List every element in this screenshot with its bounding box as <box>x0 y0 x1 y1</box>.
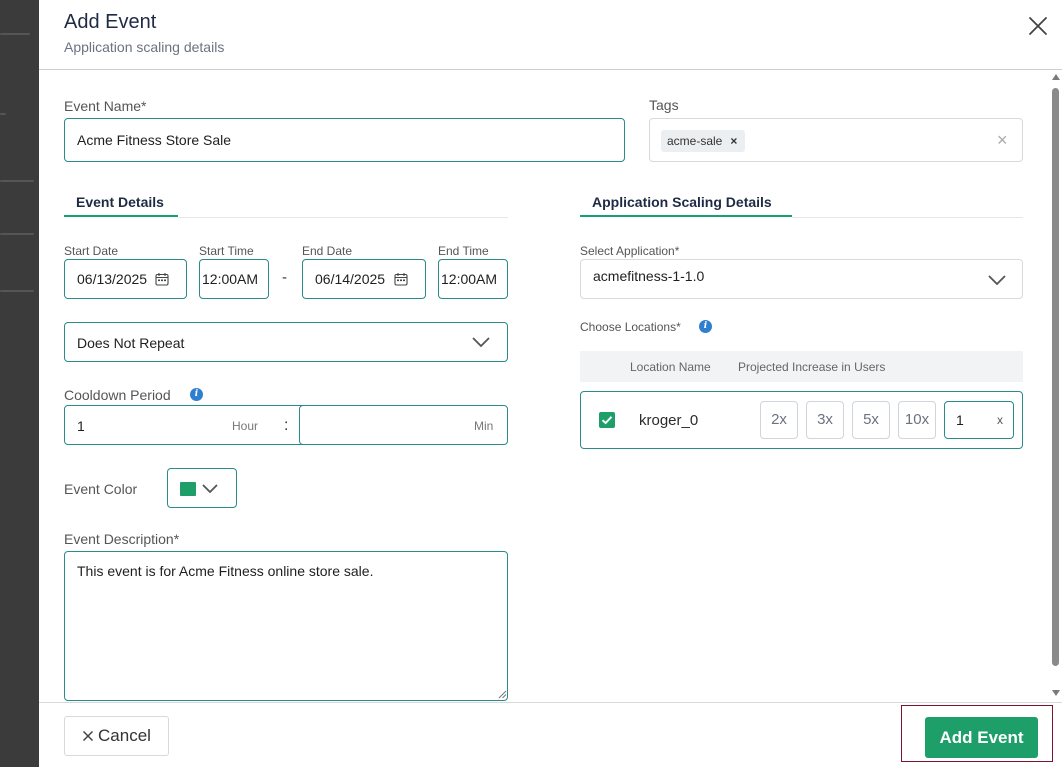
location-checkbox[interactable] <box>599 412 615 428</box>
locations-table-header: Location Name Projected Increase in User… <box>580 351 1023 382</box>
date-range-separator: - <box>282 269 287 286</box>
multiplier-3x-button[interactable]: 3x <box>806 401 844 439</box>
calendar-icon[interactable] <box>155 272 169 286</box>
event-color-label: Event Color <box>64 481 138 497</box>
start-time-input[interactable]: 12:00AM <box>199 259 269 299</box>
cooldown-min-input[interactable]: Min <box>299 405 508 445</box>
tag-chip-label: acme-sale <box>667 134 723 148</box>
start-date-value: 06/13/2025 <box>77 271 148 287</box>
event-color-picker[interactable] <box>167 468 237 508</box>
resize-handle-icon[interactable] <box>498 690 507 699</box>
cooldown-min-unit: Min <box>474 419 494 433</box>
custom-multiplier-clear[interactable]: x <box>997 413 1003 427</box>
select-application-label: Select Application* <box>580 244 680 258</box>
cooldown-hour-value: 1 <box>77 418 85 434</box>
end-date-value: 06/14/2025 <box>315 271 386 287</box>
end-time-value: 12:00AM <box>441 271 498 287</box>
repeat-select[interactable]: Does Not Repeat <box>64 322 508 362</box>
event-description-field[interactable]: This event is for Acme Fitness online st… <box>64 551 508 701</box>
backdrop-text-line <box>0 33 30 35</box>
multiplier-10x-button[interactable]: 10x <box>898 401 936 439</box>
tag-chip: acme-sale × <box>661 130 746 152</box>
repeat-value: Does Not Repeat <box>77 335 185 351</box>
event-name-label: Event Name* <box>64 98 147 114</box>
tab-event-details[interactable]: Event Details <box>76 194 164 210</box>
add-event-modal: Add Event Application scaling details Ev… <box>39 0 1062 767</box>
tag-remove-button[interactable]: × <box>730 134 737 148</box>
color-swatch <box>180 482 196 496</box>
modal-subtitle: Application scaling details <box>64 39 225 55</box>
event-description-textarea[interactable]: This event is for Acme Fitness online st… <box>77 563 497 689</box>
tags-label: Tags <box>649 97 679 113</box>
calendar-icon[interactable] <box>394 272 408 286</box>
multiplier-5x-button[interactable]: 5x <box>852 401 890 439</box>
location-name: kroger_0 <box>639 412 699 429</box>
modal-title: Add Event <box>64 11 157 33</box>
start-date-input[interactable]: 06/13/2025 <box>64 259 187 299</box>
choose-locations-label: Choose Locations* <box>580 320 681 334</box>
backdrop-text-line <box>0 113 6 115</box>
end-time-input[interactable]: 12:00AM <box>438 259 508 299</box>
add-event-focus-outline: Add Event <box>901 705 1053 762</box>
tab-application-scaling[interactable]: Application Scaling Details <box>592 194 772 210</box>
end-time-label: End Time <box>438 244 489 258</box>
custom-multiplier-value: 1 <box>956 412 964 428</box>
modal-footer: Cancel Add Event <box>39 702 1062 767</box>
close-icon <box>83 730 94 742</box>
select-application-dropdown[interactable]: acmefitness-1-1.0 <box>580 259 1023 299</box>
cooldown-hour-input[interactable]: 1 Hour <box>64 405 311 445</box>
modal-scrollbar[interactable] <box>1050 72 1062 702</box>
select-application-value: acmefitness-1-1.0 <box>593 268 705 284</box>
tab-application-scaling-underline <box>580 215 792 217</box>
start-time-value: 12:00AM <box>202 271 259 287</box>
modal-header: Add Event Application scaling details <box>39 0 1062 70</box>
chevron-down-icon <box>472 337 490 347</box>
custom-multiplier-input[interactable]: 1 x <box>944 401 1014 439</box>
close-button[interactable] <box>1026 14 1050 38</box>
cooldown-hour-unit: Hour <box>232 419 259 433</box>
info-icon[interactable]: i <box>699 320 712 333</box>
checkmark-icon <box>601 416 613 425</box>
page-backdrop <box>0 0 39 767</box>
projected-increase-header: Projected Increase in Users <box>738 360 886 374</box>
chevron-down-icon <box>988 275 1006 285</box>
info-icon[interactable]: i <box>190 388 203 401</box>
end-date-input[interactable]: 06/14/2025 <box>302 259 426 299</box>
scroll-down-arrow-icon[interactable] <box>1052 690 1060 696</box>
tags-clear-button[interactable]: × <box>997 130 1008 151</box>
scaling-divider <box>792 217 1023 218</box>
tab-event-details-underline <box>64 215 178 217</box>
start-date-label: Start Date <box>64 244 119 258</box>
cancel-button[interactable]: Cancel <box>64 716 169 756</box>
cancel-label: Cancel <box>98 726 151 745</box>
tags-input[interactable]: acme-sale × × <box>649 118 1023 162</box>
start-time-label: Start Time <box>199 244 254 258</box>
event-name-value: Acme Fitness Store Sale <box>77 132 232 148</box>
scroll-thumb[interactable] <box>1052 88 1059 666</box>
add-event-button[interactable]: Add Event <box>925 717 1038 758</box>
location-name-header: Location Name <box>630 360 711 374</box>
event-name-input[interactable]: Acme Fitness Store Sale <box>64 118 625 162</box>
backdrop-text-line <box>0 180 34 182</box>
backdrop-text-line <box>0 290 34 292</box>
cooldown-colon: : <box>284 417 289 434</box>
cooldown-label: Cooldown Period <box>64 387 171 403</box>
end-date-label: End Date <box>302 244 353 258</box>
scroll-up-arrow-icon[interactable] <box>1052 74 1060 80</box>
location-row: kroger_0 2x 3x 5x 10x 1 x <box>580 391 1023 449</box>
chevron-down-icon <box>202 484 218 494</box>
multiplier-2x-button[interactable]: 2x <box>760 401 798 439</box>
backdrop-text-line <box>0 233 34 235</box>
event-description-label: Event Description* <box>64 531 180 547</box>
event-details-divider <box>178 217 508 218</box>
close-icon <box>1029 17 1047 35</box>
